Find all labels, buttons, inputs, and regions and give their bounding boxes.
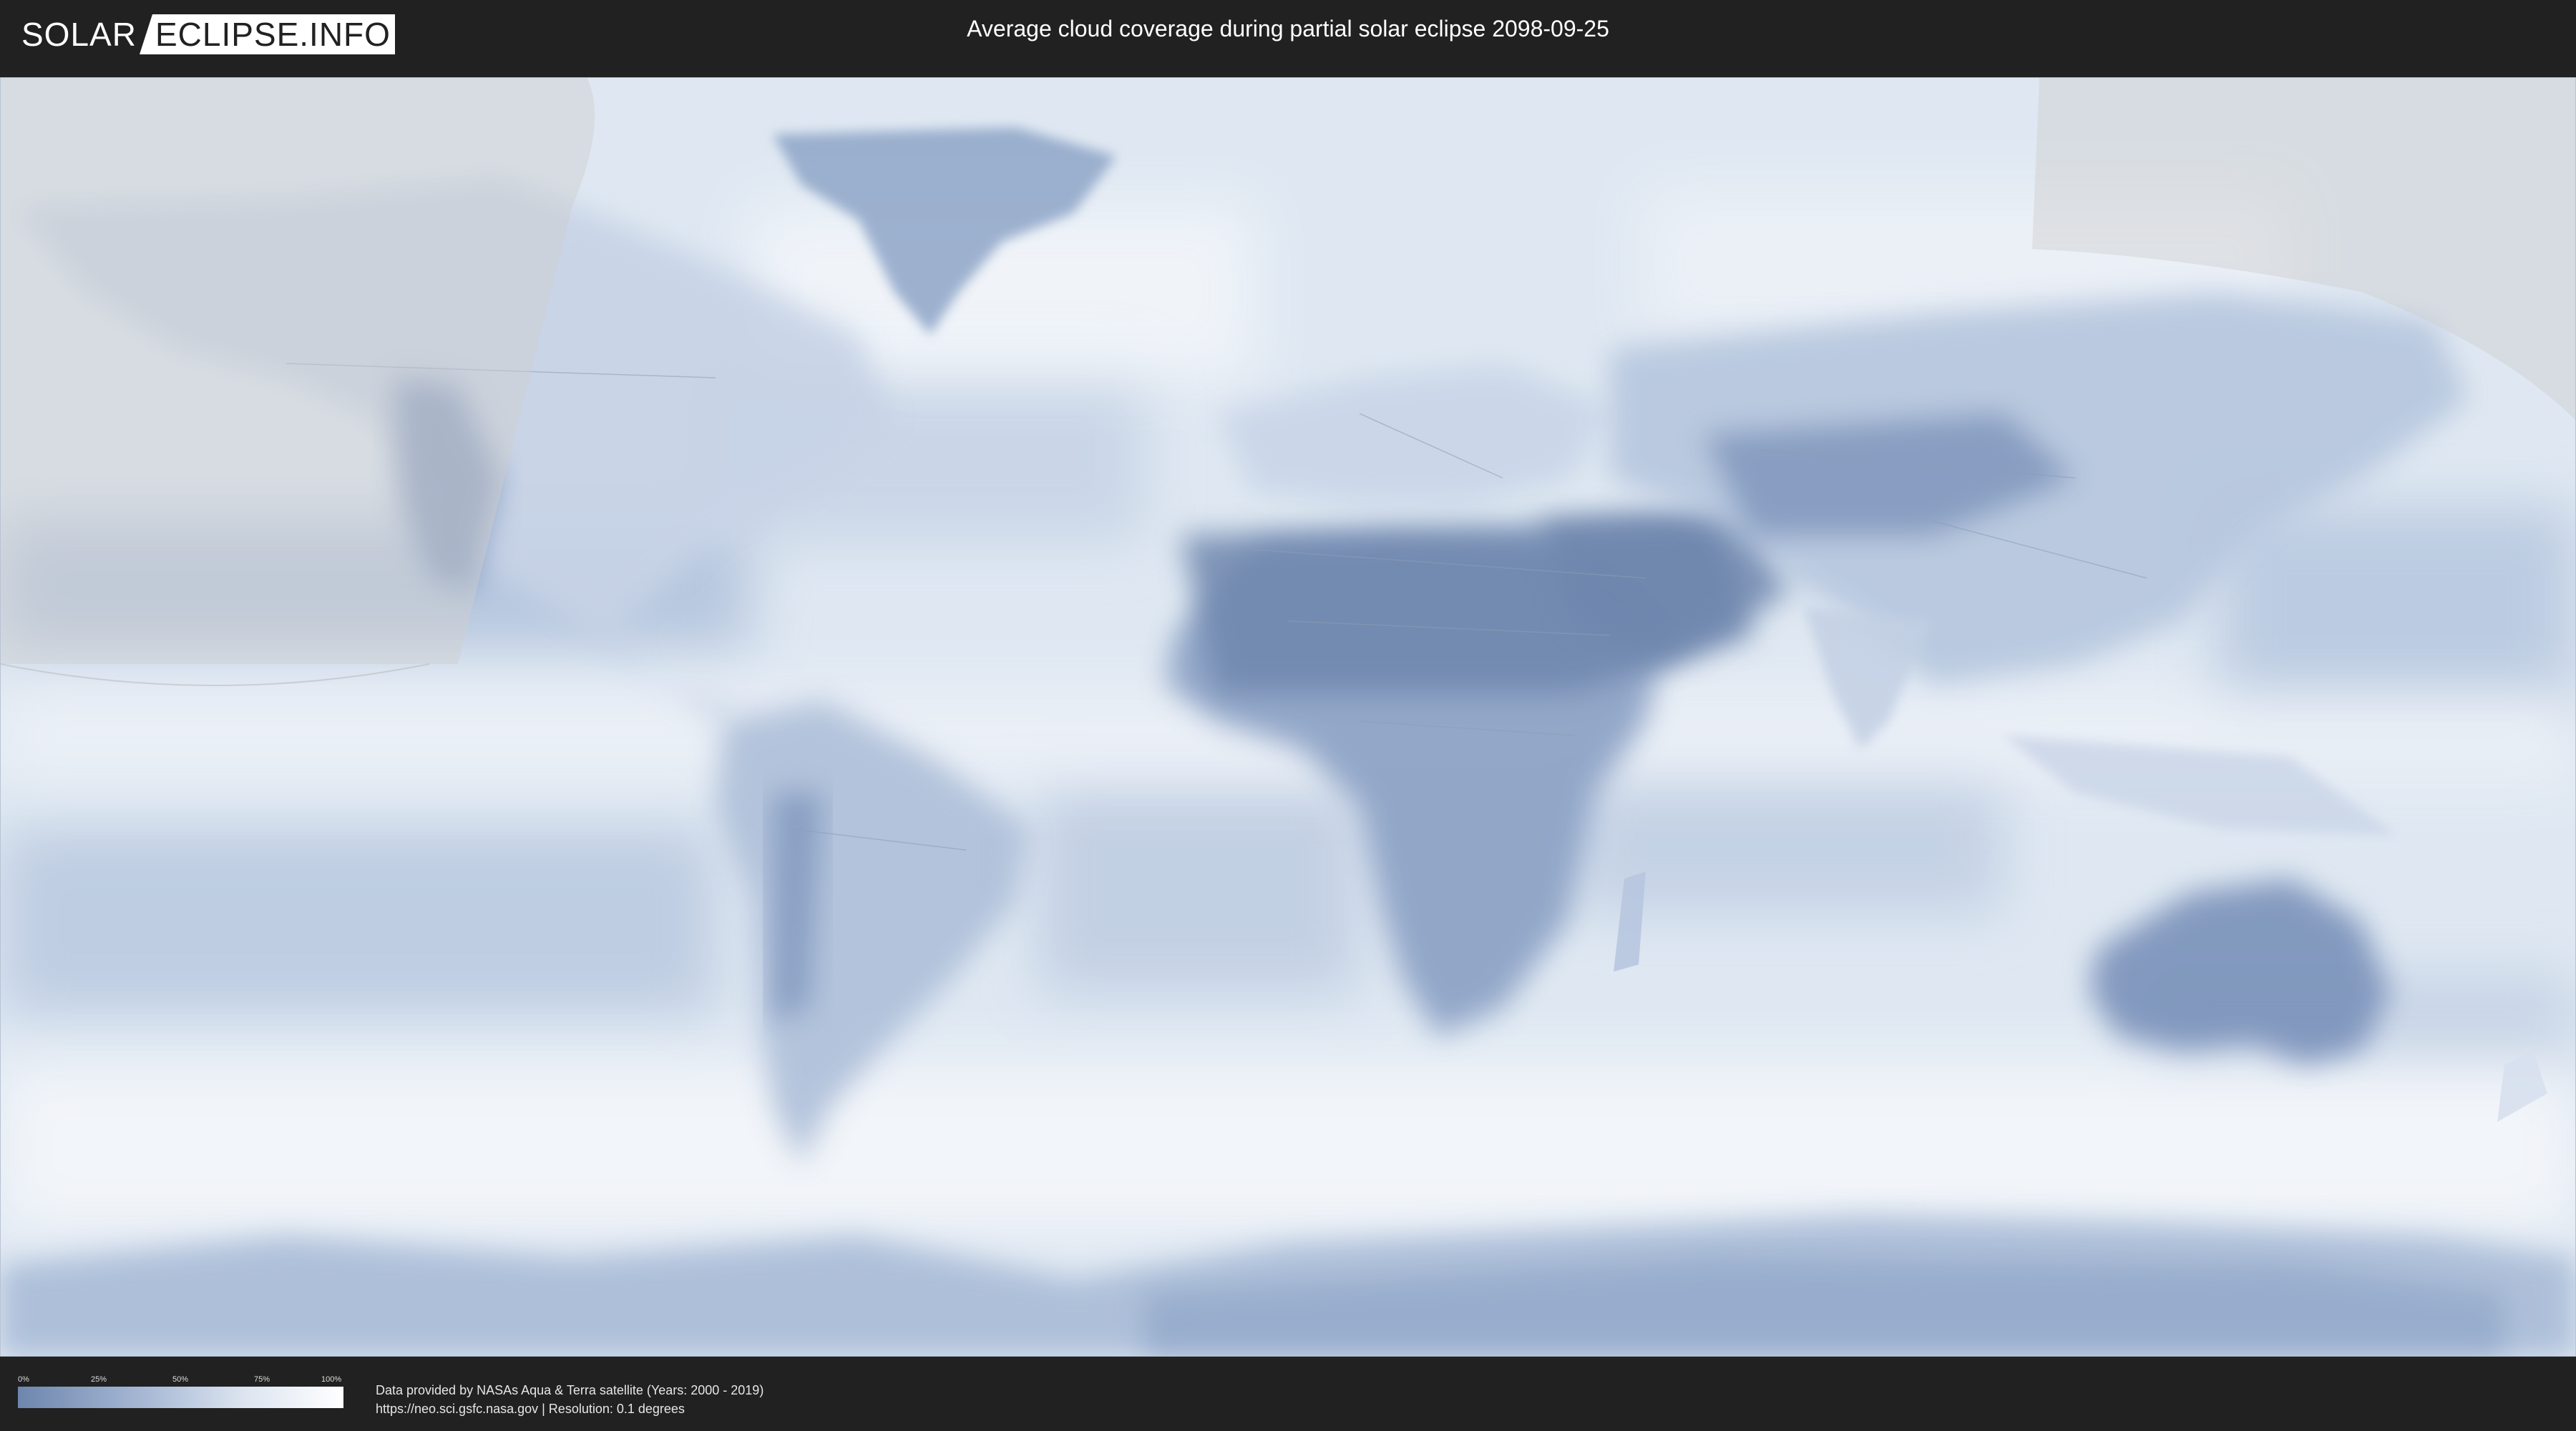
cloud-coverage-map[interactable] — [0, 77, 2576, 1357]
data-credits: Data provided by NASAs Aqua & Terra sate… — [376, 1381, 763, 1418]
world-map-svg — [0, 77, 2576, 1357]
credit-line-1: Data provided by NASAs Aqua & Terra sate… — [376, 1383, 764, 1397]
legend-color-bar — [18, 1387, 343, 1408]
credit-line-2[interactable]: https://neo.sci.gsfc.nasa.gov | Resoluti… — [376, 1400, 763, 1418]
legend-tick-50: 50% — [172, 1375, 189, 1384]
legend-tick-25: 25% — [91, 1375, 107, 1384]
legend-tick-0: 0% — [18, 1375, 29, 1384]
footer-bar: 0% 25% 50% 75% 100% Data provided by NAS… — [0, 1359, 2576, 1431]
legend-tick-75: 75% — [254, 1375, 270, 1384]
page-title: Average cloud coverage during partial so… — [967, 16, 1609, 41]
legend-ticks: 0% 25% 50% 75% 100% — [18, 1375, 343, 1387]
cloud-coverage-legend: 0% 25% 50% 75% 100% — [18, 1375, 343, 1408]
legend-tick-100: 100% — [321, 1375, 342, 1384]
header-bar: SOLAR ECLIPSE.INFO Average cloud coverag… — [0, 0, 2576, 72]
